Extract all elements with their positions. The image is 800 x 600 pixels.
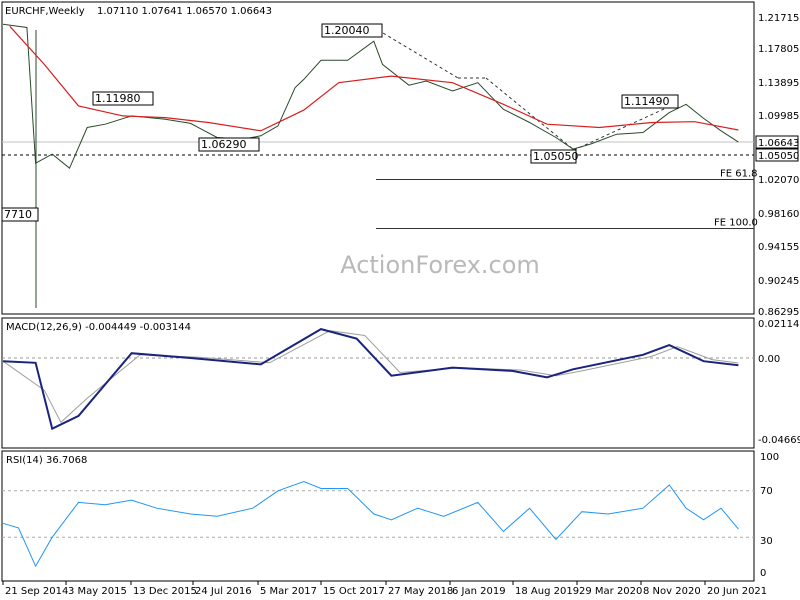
annotation-high: 1.20040 — [324, 24, 370, 37]
x-axis-label: 13 Dec 2015 — [133, 586, 197, 597]
price-y-tick: 1.09985 — [758, 111, 799, 122]
annotation-1-1149: 1.11490 — [624, 95, 670, 108]
x-axis-label: 24 Jul 2016 — [195, 586, 252, 597]
fe-61-8-label: FE 61.8 — [720, 168, 758, 179]
x-axis-label: 20 Jun 2021 — [707, 586, 767, 597]
macd-title: MACD(12,26,9) -0.004449 -0.003144 — [6, 322, 191, 333]
x-axis-label: 15 Oct 2017 — [323, 586, 385, 597]
price-y-tick: 1.17805 — [758, 44, 799, 55]
x-axis-label: 29 Mar 2020 — [579, 586, 642, 597]
background — [0, 0, 800, 600]
x-axis-label: 18 Aug 2019 — [515, 586, 579, 597]
price-y-tick: 1.02070 — [758, 175, 799, 186]
annotation-1-0629: 1.06290 — [201, 138, 247, 151]
rsi-y-tick: 100 — [760, 452, 779, 463]
rsi-y-tick: 30 — [760, 536, 773, 547]
price-ohlc-values: 1.07110 1.07641 1.06570 1.06643 — [97, 6, 272, 17]
support-price-label: 1.05050 — [758, 151, 799, 162]
price-y-tick: 0.94155 — [758, 242, 799, 253]
rsi-title: RSI(14) 36.7068 — [6, 455, 87, 466]
chart-svg: EURCHF,Weekly 1.07110 1.07641 1.06570 1.… — [0, 0, 800, 600]
x-axis-label: 6 Jan 2019 — [452, 586, 506, 597]
current-price-label: 1.06643 — [758, 138, 799, 149]
price-y-tick: 0.98160 — [758, 209, 799, 220]
macd-y-tick: 0.00 — [758, 354, 780, 365]
x-axis-label: 21 Sep 2014 — [5, 586, 68, 597]
price-y-tick: 0.90245 — [758, 276, 799, 287]
rsi-y-tick: 0 — [760, 568, 766, 579]
x-axis-label: 5 Mar 2017 — [260, 586, 317, 597]
macd-y-tick: -0.046699 — [758, 435, 800, 446]
watermark: ActionForex.com — [340, 251, 540, 279]
price-y-tick: 1.13895 — [758, 78, 799, 89]
price-y-tick: 0.86295 — [758, 307, 799, 318]
annotation-1-0505: 1.05050 — [533, 150, 579, 163]
fe-100-label: FE 100.0 — [714, 217, 758, 228]
x-axis-label: 8 Nov 2020 — [643, 586, 701, 597]
price-y-tick: 1.21715 — [758, 13, 799, 24]
rsi-y-tick: 70 — [760, 486, 773, 497]
x-axis-label: 27 May 2018 — [388, 586, 453, 597]
macd-y-tick: 0.021146 — [758, 319, 800, 330]
annotation-low: 7710 — [4, 208, 32, 221]
price-chart-title: EURCHF,Weekly — [5, 6, 85, 17]
x-axis-label: 3 May 2015 — [68, 586, 127, 597]
annotation-1-1198: 1.11980 — [95, 92, 141, 105]
